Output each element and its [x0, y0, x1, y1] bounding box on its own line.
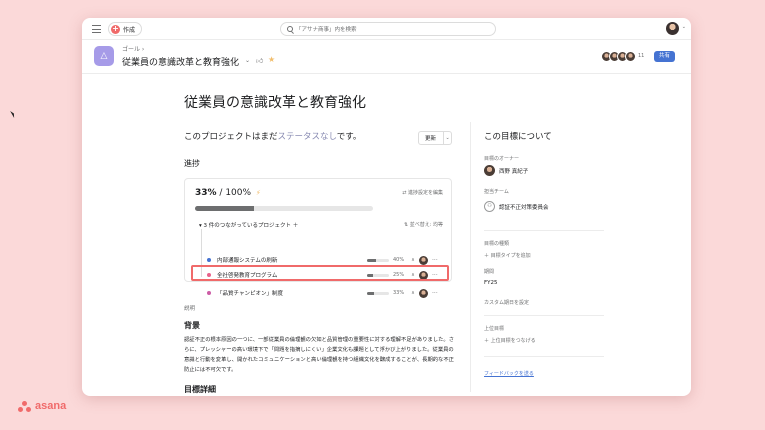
status-suffix: です。 [336, 132, 362, 142]
plus-icon: + [111, 23, 120, 34]
project-percent: 33% [393, 290, 405, 296]
asana-logo: asana [18, 400, 66, 412]
parent-goal-label: 上位目標 [484, 326, 505, 332]
thumbs-up-icon[interactable]: 👍︎ [256, 56, 263, 65]
page-title: 従業員の意識改革と教育強化 [184, 95, 366, 111]
create-label: 作成 [123, 26, 136, 34]
link-parent-goal-button[interactable]: ＋ 上位目標をつなげる [484, 337, 536, 344]
avatar [625, 51, 636, 62]
status-line: このプロジェクトはまだステータスなしです。 [184, 130, 361, 142]
search-input[interactable]: 「アサナ商事」内を検索 [280, 22, 496, 36]
caret-up-icon: ∧ [411, 257, 415, 263]
asana-dots-icon [18, 400, 31, 412]
more-options-icon[interactable]: ··· [432, 257, 438, 264]
owner-name: 西野 真紀子 [499, 168, 529, 175]
divider [484, 356, 604, 357]
asana-wordmark: asana [35, 400, 67, 412]
team-name: 認証不正対策委員会 [499, 204, 549, 211]
team-icon: ⚇ [484, 201, 495, 212]
period-label: 期間 [484, 269, 495, 275]
user-avatar[interactable] [666, 22, 679, 35]
team-label: 担当チーム [484, 189, 509, 195]
member-avatars[interactable]: 11 [601, 51, 645, 62]
update-button[interactable]: 更新 ⌄ [418, 131, 452, 145]
search-icon [287, 26, 293, 32]
sort-button[interactable]: ⇅ 並べ替え: 均等 [404, 221, 443, 228]
project-name[interactable]: 「品質チャンピオン」制度 [217, 289, 367, 297]
divider [484, 230, 604, 231]
custom-due-date-link[interactable]: カスタム期日を設定 [484, 299, 529, 306]
owner-label: 目標のオーナー [484, 156, 520, 162]
avatar [419, 288, 428, 298]
divider [484, 315, 604, 316]
project-progress-bar [367, 291, 389, 295]
add-goal-type-button[interactable]: ＋ 目標タイプを追加 [484, 252, 531, 259]
search-placeholder: 「アサナ商事」内を検索 [296, 27, 357, 33]
project-percent: 40% [393, 257, 405, 263]
description-label: 説明 [184, 306, 196, 312]
chevron-down-icon[interactable]: ⌄ [245, 57, 250, 64]
star-icon[interactable]: ★ [268, 55, 275, 64]
add-icon[interactable]: ＋ [293, 223, 299, 229]
project-color-dot [207, 258, 211, 262]
goal-header-title: 従業員の意識改革と教育強化 [122, 58, 240, 68]
progress-bar-fill [195, 206, 254, 211]
share-button[interactable]: 共有 [654, 51, 676, 62]
team-field[interactable]: ⚇ 認証不正対策委員会 [484, 201, 549, 212]
background-text[interactable]: 認証不正の根本原因の一つに、一部従業員の倫理観の欠如と品質管理の重要性に対する理… [184, 335, 454, 375]
connected-projects-toggle[interactable]: ▾ 3 件のつながっているプロジェクト ＋ [199, 221, 298, 229]
chevron-down-icon[interactable]: ⌄ [682, 24, 686, 30]
chevron-down-icon[interactable]: ⌄ [443, 132, 451, 144]
goal-icon: △ [94, 46, 114, 66]
project-color-dot [207, 291, 211, 295]
lightning-icon: ⚡ [255, 189, 261, 197]
app-window: + 作成 「アサナ商事」内を検索 ⌄ △ ゴール › 従業員の意識改革と教育強化… [82, 18, 691, 396]
member-count: 11 [638, 53, 645, 59]
owner-field[interactable]: 西野 真紀子 [484, 165, 528, 176]
feedback-link[interactable]: フィードバックを送る [484, 370, 534, 377]
progress-heading: 進捗 [184, 159, 200, 168]
progress-percentage: 33% / 100% ⚡ [195, 188, 261, 198]
status-link[interactable]: ステータスなし [278, 132, 337, 142]
project-row[interactable]: 「品質チャンピオン」制度 33% ∧ ··· [199, 287, 449, 299]
cursor-icon [10, 110, 16, 118]
create-button[interactable]: + 作成 [108, 22, 143, 36]
project-progress-bar [367, 258, 389, 262]
period-value[interactable]: FY25 [484, 280, 498, 286]
progress-card: 33% / 100% ⚡ ⇄ 進捗設定を編集 ▾ 3 件のつながっているプロジェ… [184, 178, 452, 298]
project-name[interactable]: 内部通報システムの刷新 [217, 256, 367, 264]
avatar [484, 165, 495, 176]
panel-divider [470, 122, 471, 392]
goal-header: △ ゴール › 従業員の意識改革と教育強化 ⌄ 👍︎ ★ 11 共有 [82, 40, 691, 74]
top-bar: + 作成 「アサナ商事」内を検索 ⌄ [82, 18, 691, 40]
plus-icon: ＋ [484, 253, 490, 259]
goal-type-label: 目標の種類 [484, 241, 510, 247]
about-goal-title: この目標について [484, 132, 552, 142]
avatar [419, 255, 428, 265]
breadcrumb[interactable]: ゴール › [122, 44, 144, 53]
goal-details-heading: 目標詳細 [184, 385, 216, 394]
hamburger-menu-icon[interactable] [92, 25, 101, 33]
update-label: 更新 [425, 136, 437, 142]
highlight-box [191, 265, 449, 281]
edit-progress-settings-link[interactable]: ⇄ 進捗設定を編集 [402, 189, 443, 196]
more-options-icon[interactable]: ··· [432, 290, 438, 297]
background-heading: 背景 [184, 321, 200, 330]
progress-bar [195, 206, 373, 211]
plus-icon: ＋ [484, 338, 490, 344]
caret-up-icon: ∧ [411, 290, 415, 296]
status-prefix: このプロジェクトはまだ [184, 132, 278, 142]
